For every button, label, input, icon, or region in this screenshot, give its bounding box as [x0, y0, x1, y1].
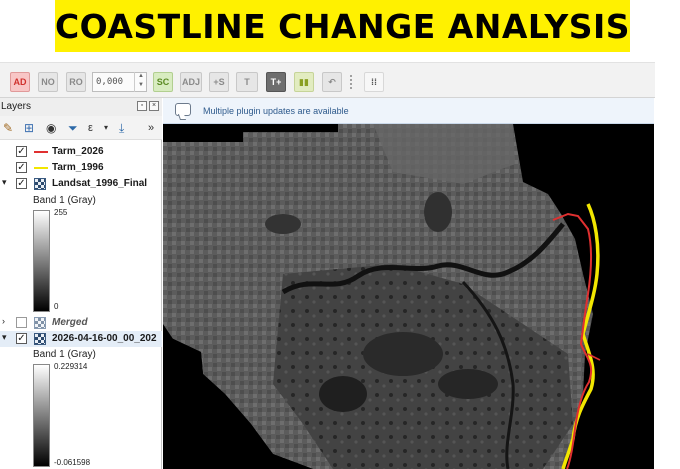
ramp-min-value: 0: [54, 302, 59, 311]
title-banner: COASTLINE CHANGE ANALYSIS: [55, 0, 630, 52]
layer-checkbox[interactable]: ✓: [16, 146, 27, 157]
float-panel-icon[interactable]: ▫: [137, 101, 147, 111]
layers-panel: Layers ▫ × ✎ ⊞ ◉ ⏷ ε ▾ ⤓ » ✓ Tarm_2026 ✓…: [0, 98, 162, 469]
right-margin: [654, 98, 680, 469]
add-group-icon[interactable]: ⊞: [24, 121, 34, 135]
layer-checkbox[interactable]: ✓: [16, 162, 27, 173]
layer-row-landsat-1996[interactable]: ▾ ✓ Landsat_1996_Final: [0, 176, 162, 192]
raster-layer-icon: [34, 178, 46, 190]
raster-layer-icon: [34, 317, 46, 329]
band-label: Band 1 (Gray): [33, 349, 96, 360]
red-line-symbol-icon: [34, 151, 48, 153]
close-panel-icon[interactable]: ×: [149, 101, 159, 111]
layer-checkbox[interactable]: [16, 317, 27, 328]
dotted-grid-icon[interactable]: ⁞⁞: [364, 72, 384, 92]
layer-name: Tarm_1996: [52, 162, 104, 173]
tolerance-stepper[interactable]: ▲ ▼: [134, 72, 147, 92]
plugin-update-message[interactable]: Multiple plugin updates are available: [203, 106, 349, 116]
map-canvas[interactable]: Multiple plugin updates are available: [163, 98, 654, 469]
layer-name: 2026-04-16-00_00_202: [52, 333, 157, 344]
ramp-max-value: 0.229314: [54, 362, 88, 371]
layer-name: Tarm_2026: [52, 146, 104, 157]
layers-panel-toolbar: ✎ ⊞ ◉ ⏷ ε ▾ ⤓ »: [0, 116, 162, 140]
toolbar-handle[interactable]: [350, 75, 353, 89]
collapse-arrow-icon[interactable]: ▾: [2, 177, 7, 188]
style-brush-icon[interactable]: ✎: [3, 121, 13, 135]
expand-all-icon[interactable]: ⤓: [119, 121, 124, 135]
filter-dropdown-icon[interactable]: ▾: [104, 121, 108, 135]
banner-title: COASTLINE CHANGE ANALYSIS: [54, 6, 631, 46]
layer-row-tarm-2026[interactable]: ✓ Tarm_2026: [0, 144, 162, 160]
layer-name: Merged: [52, 317, 88, 328]
node-tool-button[interactable]: NO: [38, 72, 58, 92]
layer-checkbox[interactable]: ✓: [16, 178, 27, 189]
grayscale-ramp: [33, 364, 50, 467]
collapse-arrow-icon[interactable]: ▾: [2, 332, 7, 343]
expression-filter-icon[interactable]: ε: [88, 121, 93, 135]
raster-layer-icon: [34, 333, 46, 345]
layer-checkbox[interactable]: ✓: [16, 333, 27, 344]
layer-tree: ✓ Tarm_2026 ✓ Tarm_1996 ▾ ✓ Landsat_1996…: [0, 140, 162, 469]
more-tools-icon[interactable]: »: [148, 121, 154, 135]
digitizing-toolbar: AD NO RO 0,000 ▲ ▼ SC ADJ +S T T+ ▮▮ ↶ ⁞⁞: [0, 62, 655, 98]
layer-name: Landsat_1996_Final: [52, 178, 148, 189]
layer-row-tarm-1996[interactable]: ✓ Tarm_1996: [0, 160, 162, 176]
message-bar: Multiple plugin updates are available: [163, 98, 654, 124]
undo-icon[interactable]: ↶: [322, 72, 342, 92]
pause-icon[interactable]: ▮▮: [294, 72, 314, 92]
satellite-imagery[interactable]: [163, 124, 654, 469]
visibility-eye-icon[interactable]: ◉: [46, 121, 56, 135]
speech-bubble-icon: [175, 103, 191, 116]
layer-row-merged[interactable]: › Merged: [0, 315, 162, 331]
adjust-button[interactable]: ADJ: [180, 72, 202, 92]
ramp-min-value: -0.061598: [54, 458, 91, 467]
text-tool-button[interactable]: T: [236, 72, 258, 92]
grayscale-ramp: [33, 210, 50, 312]
layers-panel-header: Layers ▫ ×: [0, 98, 162, 116]
add-text-button[interactable]: T+: [266, 72, 286, 92]
band-label: Band 1 (Gray): [33, 195, 96, 206]
add-feature-button[interactable]: AD: [10, 72, 30, 92]
rotate-button[interactable]: RO: [66, 72, 86, 92]
layers-panel-title: Layers: [1, 101, 32, 112]
layer-row-2026-raster[interactable]: ▾ ✓ 2026-04-16-00_00_202: [0, 331, 162, 347]
filter-icon[interactable]: ⏷: [68, 121, 78, 135]
yellow-line-symbol-icon: [34, 167, 48, 169]
split-button[interactable]: +S: [209, 72, 229, 92]
expand-arrow-icon[interactable]: ›: [2, 316, 5, 326]
scale-button[interactable]: SC: [153, 72, 173, 92]
ramp-max-value: 255: [54, 208, 68, 217]
